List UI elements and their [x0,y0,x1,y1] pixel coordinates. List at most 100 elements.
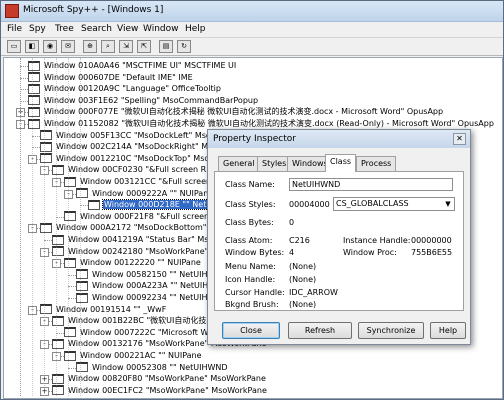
tree-row[interactable]: Window 010A0A46 "MSCTFIME UI" MSCTFIME U… [28,60,237,72]
menu-name-value: (None) [289,262,317,271]
refresh-icon[interactable]: ↻ [177,40,191,53]
window-bytes-label: Window Bytes: [225,248,285,257]
find-next-icon[interactable]: ⇲ [119,40,133,53]
windows-icon[interactable]: ▭ [7,40,21,53]
tree-row[interactable]: Window 0007222C "Microsoft Word" [64,327,226,339]
tree-connector [80,205,88,207]
menu-view[interactable]: View [117,24,138,34]
tree-guide-line [80,58,81,397]
window-proc-label: Window Proc: [343,248,397,257]
tree-row[interactable]: Window 00052308 "" NetUIHWND [76,362,229,374]
find-window-icon[interactable]: ⊕ [83,40,97,53]
menu-window[interactable]: Window [143,24,179,34]
class-bytes-value: 0 [289,218,295,227]
tree-row[interactable]: Window 00122220 "" NUIPane [64,257,202,269]
search-icon[interactable]: ⌕ [101,40,115,53]
tab-class[interactable]: Class [325,154,357,172]
dialog-title: Property Inspector [213,134,296,144]
window-icon [28,72,40,83]
tree-row[interactable]: Window 000A2172 "MsoDockBottom" [40,222,207,234]
tree-connector [20,89,28,91]
tree-row-label: Window 0009222A "" NUIPane [92,188,214,198]
window-icon [28,118,40,129]
tree-connector [56,332,64,334]
tree-row-label: Window 0007222C "Microsoft Word" [80,327,225,337]
window-icon [52,246,64,257]
tree-row-label: Window 00820F80 "MsoWorkPane" MsoWorkPan… [68,374,266,384]
find-prev-icon[interactable]: ⇱ [137,40,151,53]
tab-process[interactable]: Process [356,156,397,171]
close-button[interactable]: Close [222,322,280,339]
class-styles-combo[interactable]: CS_GLOBALCLASS ▼ [333,197,455,211]
tree-row[interactable]: Window 00120A9C "Language" OfficeTooltip [28,83,222,95]
help-button[interactable]: Help [430,322,466,339]
tree-row[interactable]: Window 000607DE "Default IME" IME [28,72,194,84]
title-bar[interactable]: Microsoft Spy++ - [Windows 1] [1,1,503,22]
cursor-handle-value: IDC_ARROW [289,288,338,297]
messages-icon[interactable]: ✉ [61,40,75,53]
menu-search[interactable]: Search [81,24,112,34]
tree-row-label: Window 000221AC "" NUIPane [80,351,202,360]
window-icon [52,315,64,326]
tree-row-label: Window 00EC1FC2 "MsoWorkPane" MsoWorkPan… [68,385,267,395]
window-icon [52,164,64,175]
tree-row-label: Window 000A2172 "MsoDockBottom" [56,223,207,233]
tree-connector [20,66,28,67]
tree-row[interactable]: Window 00820F80 "MsoWorkPane" MsoWorkPan… [52,373,267,385]
window-icon [64,211,76,222]
properties-icon[interactable]: ▤ [159,40,173,53]
class-name-field[interactable]: NetUIHWND [289,178,453,191]
class-styles-label: Class Styles: [225,200,276,209]
class-name-label: Class Name: [225,180,275,189]
threads-icon[interactable]: ◉ [43,40,57,53]
dialog-close-icon[interactable]: ✕ [453,133,466,145]
window-icon [76,280,88,291]
window-icon [64,327,76,338]
tree-row[interactable]: Window 00EC1FC2 "MsoWorkPane" MsoWorkPan… [52,385,268,397]
window-icon [28,106,40,117]
tree-connector [44,240,52,241]
spy-app-icon [5,4,19,18]
window-icon [76,188,88,199]
instance-handle-value: 00000000 [411,236,452,245]
tree-guide-line [20,58,21,397]
icon-handle-value: (None) [289,275,317,284]
menu-tree[interactable]: Tree [55,24,74,34]
tree-row[interactable]: Window 003F1E62 "Spelling" MsoCommandBar… [28,95,259,107]
tree-row[interactable]: Window 00092234 "" NetUIHWND [76,292,229,304]
menu-spy[interactable]: Spy [29,24,46,34]
processes-icon[interactable]: ◧ [25,40,39,53]
tree-row-label: Window 00120A9C "Language" OfficeTooltip [44,84,221,94]
menu-help[interactable]: Help [185,24,206,34]
menu-file[interactable]: File [7,24,22,34]
tree-row[interactable]: Window 0009222A "" NUIPane [76,188,214,200]
window-icon [88,199,100,210]
window-icon [52,234,64,245]
window-icon [52,338,64,349]
synchronize-button[interactable]: Synchronize [358,322,424,339]
tree-row[interactable]: Window 00191514 "" _WwF [40,304,167,316]
spy-main-window: Microsoft Spy++ - [Windows 1] File Spy T… [0,0,504,400]
tree-connector [56,216,64,218]
tree-row-label: Window 000F077E "微软UI自动化技术揭秘 微软UI自动化测试的技… [44,107,444,117]
window-icon [76,362,88,373]
tree-guide-line [68,58,69,397]
class-tab-panel: Class Name: NetUIHWND Class Styles: 0000… [214,171,464,311]
tree-row-label: Window 000607DE "Default IME" IME [44,72,193,82]
refresh-button[interactable]: Refresh [288,322,352,339]
tree-row[interactable]: Window 000221AC "" NUIPane [64,350,203,362]
tree-guide-line [44,58,45,397]
tab-general[interactable]: General [218,156,260,171]
window-icon [40,141,52,152]
tree-row[interactable]: Window 00582150 "" NetUIHWND [76,269,229,281]
tree-connector [68,298,76,299]
tree-guide-line [56,58,57,397]
dialog-title-bar[interactable]: Property Inspector ✕ [208,130,470,148]
instance-handle-label: Instance Handle: [343,236,411,245]
window-icon [40,222,52,233]
tree-row-label: Window 01152082 "微软UI自动化技术揭秘 微软UI自动化测试的技… [44,119,494,128]
window-icon [40,130,52,141]
bkgnd-brush-label: Bkgnd Brush: [225,300,279,309]
tree-row[interactable]: Window 000F077E "微软UI自动化技术揭秘 微软UI自动化测试的技… [28,106,444,118]
tree-connector [68,286,76,288]
